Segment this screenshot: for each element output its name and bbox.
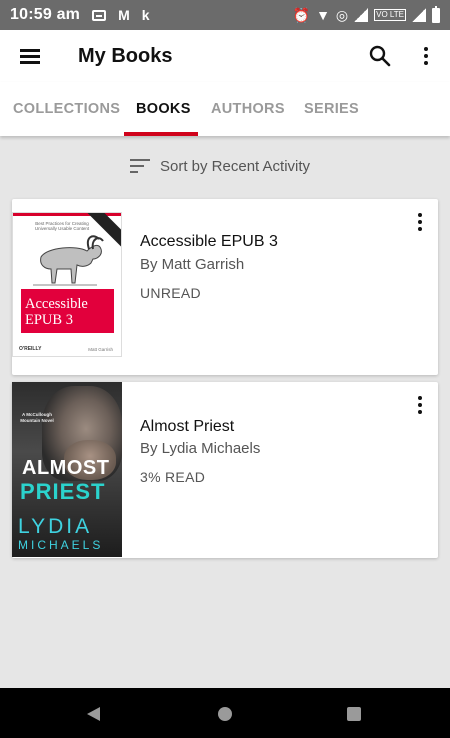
- status-time: 10:59 am: [10, 6, 81, 23]
- more-vert-icon: [424, 47, 428, 65]
- signal-1-icon: [354, 8, 369, 22]
- wifi-icon: ▼: [316, 7, 330, 23]
- hotspot-icon: ◎: [335, 6, 349, 23]
- book-title: Accessible EPUB 3: [140, 233, 278, 250]
- gmail-notification-icon: M: [118, 7, 130, 23]
- sort-button[interactable]: Sort by Recent Activity: [130, 152, 310, 180]
- k-notification-icon: k: [141, 7, 150, 23]
- book-options-button[interactable]: [408, 392, 432, 418]
- signal-2-icon: [412, 8, 426, 22]
- status-bar: 10:59 am M k ⏰ ▼ ◎ VO LTE: [0, 0, 450, 30]
- active-tab-indicator: [124, 132, 198, 136]
- cover-author-line1: LYDIA: [18, 515, 93, 538]
- search-button[interactable]: [362, 38, 398, 74]
- tab-books[interactable]: BOOKS: [136, 82, 191, 136]
- book-read-status: UNREAD: [140, 285, 201, 301]
- volte-icon: VO LTE: [374, 9, 406, 21]
- battery-icon: [432, 5, 440, 23]
- book-cover[interactable]: A McCullough Mountain Novel ALMOST PRIES…: [12, 382, 122, 557]
- book-card[interactable]: Best Practices for Creating Universally …: [12, 199, 438, 375]
- tab-bar: COLLECTIONS BOOKS AUTHORS SERIES: [0, 82, 450, 136]
- recent-apps-icon[interactable]: [347, 707, 361, 721]
- book-cover[interactable]: Best Practices for Creating Universally …: [12, 212, 122, 357]
- cover-series: A McCullough Mountain Novel: [20, 412, 54, 423]
- book-options-button[interactable]: [408, 209, 432, 235]
- overflow-menu-button[interactable]: [408, 38, 444, 74]
- cover-author-line2: MICHAELS: [18, 538, 104, 552]
- message-notification-icon: [92, 9, 107, 21]
- tab-series[interactable]: SERIES: [304, 82, 359, 136]
- system-nav-bar: [0, 688, 450, 738]
- goat-illustration: [33, 235, 104, 286]
- cover-title-band: Accessible EPUB 3: [21, 289, 114, 333]
- book-author: By Matt Garrish: [140, 256, 245, 273]
- sort-icon: [130, 159, 150, 173]
- app-bar: My Books: [0, 30, 450, 82]
- home-icon[interactable]: [218, 707, 232, 721]
- book-read-status: 3% READ: [140, 469, 206, 485]
- more-vert-icon: [418, 396, 422, 414]
- cover-title-line2: PRIEST: [20, 479, 106, 504]
- sort-label: Sort by Recent Activity: [160, 157, 311, 175]
- menu-button[interactable]: [0, 30, 60, 82]
- book-card[interactable]: A McCullough Mountain Novel ALMOST PRIES…: [12, 382, 438, 558]
- back-icon[interactable]: [87, 707, 100, 721]
- cover-title-line1: ALMOST: [22, 457, 110, 479]
- cover-tagline: Best Practices for Creating Universally …: [34, 221, 90, 231]
- page-title: My Books: [78, 44, 173, 67]
- cover-publisher: O'REILLY: [19, 346, 42, 352]
- search-icon: [369, 45, 391, 67]
- book-author: By Lydia Michaels: [140, 440, 261, 457]
- cover-author: Matt Garrish: [88, 347, 113, 352]
- hamburger-icon: [20, 48, 40, 64]
- tab-authors[interactable]: AUTHORS: [211, 82, 285, 136]
- book-title: Almost Priest: [140, 418, 235, 435]
- more-vert-icon: [418, 213, 422, 231]
- tab-collections[interactable]: COLLECTIONS: [13, 82, 120, 136]
- alarm-icon: ⏰: [292, 6, 311, 23]
